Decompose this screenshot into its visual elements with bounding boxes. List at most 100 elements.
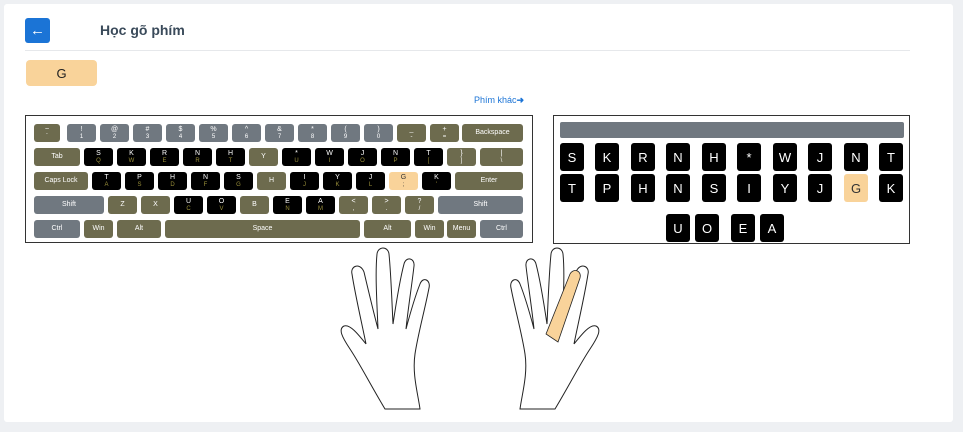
key-label: Caps Lock [44,177,78,184]
key-r3-6: EN [273,196,302,214]
target-key-display: G [26,60,97,86]
back-button[interactable]: ← [25,18,50,43]
key-label: ! [80,125,83,133]
key-r3-11: Shift [438,196,523,214]
key-r1-9: JO [348,148,377,166]
key-sublabel: L [368,181,373,188]
key-r1-3: RE [150,148,179,166]
key-label: @ [110,125,119,133]
steno-key-bottom-4: S [702,174,726,202]
steno-key-top-2: R [631,143,655,171]
steno-key-bottom-8: G [844,174,868,202]
key-r2-11: K ' [422,172,451,190]
key-sublabel: M [318,205,323,212]
key-sublabel: I [328,157,331,164]
steno-key-bottom-6: Y [773,174,797,202]
key-r4-6: Menu [447,220,476,238]
key-label: X [153,201,158,208]
key-sublabel: 7 [277,133,282,140]
key-label: Shift [473,201,488,208]
key-r3-3: UC [174,196,203,214]
key-r3-10: ? / [405,196,434,214]
key-sublabel: 6 [244,133,249,140]
steno-key-top-1: K [595,143,619,171]
key-label: < [351,197,356,205]
key-r3-7: AM [306,196,335,214]
key-r3-4: OV [207,196,236,214]
key-label: _ [409,125,414,133]
key-label: ~ [44,125,50,133]
key-sublabel: N [285,205,290,212]
key-r0-9: (9 [331,124,360,142]
key-sublabel: . [385,205,388,212]
other-keys-label: Phím khác [474,95,517,105]
key-sublabel: C [186,205,191,212]
key-r4-1: Win [84,220,113,238]
key-label: Y [335,173,340,181]
key-r1-10: NP [381,148,410,166]
key-label: H [169,173,176,181]
key-label: I [303,173,306,181]
key-r1-12: }] [447,148,476,166]
key-label: U [185,197,192,205]
key-sublabel: A [104,181,109,188]
key-label: Ctrl [496,225,507,232]
steno-number-bar [560,122,904,138]
key-sublabel: O [360,157,365,164]
key-r3-1: Z [108,196,137,214]
steno-key-bottom-7: J [808,174,832,202]
key-label: $ [178,125,183,133]
key-r0-1: ! 1 [67,124,96,142]
key-label: S [236,173,241,181]
key-r4-2: Alt [117,220,161,238]
steno-key-top-4: H [702,143,726,171]
key-sublabel: \ [500,157,503,164]
key-sublabel: 4 [178,133,183,140]
key-sublabel: P [393,157,398,164]
key-r0-4: $4 [166,124,195,142]
key-r0-12: + = [430,124,459,142]
key-sublabel: ] [460,157,463,164]
page-title: Học gõ phím [100,22,185,38]
key-r2-12: Enter [455,172,523,190]
key-label: Menu [452,225,471,232]
key-sublabel: - [410,133,413,140]
key-label: K [129,149,134,157]
key-label: N [202,173,209,181]
key-r2-7: IJ [290,172,319,190]
key-r2-1: TA [92,172,121,190]
key-r2-4: NF [191,172,220,190]
key-sublabel: = [442,133,447,140]
key-sublabel: 5 [211,133,216,140]
key-label: ^ [244,125,249,133]
key-sublabel: U [294,157,299,164]
arrow-left-icon: ← [30,22,45,39]
key-sublabel: R [195,157,200,164]
key-r0-2: @2 [100,124,129,142]
key-r0-5: % 5 [199,124,228,142]
steno-key-bottom-0: T [560,174,584,202]
steno-key-bottom-1: P [595,174,619,202]
key-r1-11: T[ [414,148,443,166]
other-keys-link[interactable]: Phím khác➜ [474,95,524,106]
key-r2-10: G; [389,172,418,190]
key-sublabel: D [170,181,175,188]
steno-layout: S K R N H * W J N T T P H N S I Y J G K U O E A [553,115,910,244]
key-r1-13: | \ [480,148,523,166]
hands-illustration [340,247,600,410]
key-label: Space [252,225,273,232]
key-label: * [295,149,298,157]
steno-key-top-5: * [737,143,761,171]
key-label: Alt [383,225,392,232]
key-label: N [392,149,399,157]
key-label: A [318,197,323,205]
key-label: Shift [61,201,76,208]
key-sublabel: W [128,157,135,164]
key-r0-13: Backspace [462,124,523,142]
key-r0-11: _ - [397,124,426,142]
key-r1-1: SQ [84,148,113,166]
key-label: R [161,149,168,157]
key-sublabel: ; [402,181,405,188]
steno-vowel-1: O [695,214,719,242]
left-hand [340,247,430,410]
